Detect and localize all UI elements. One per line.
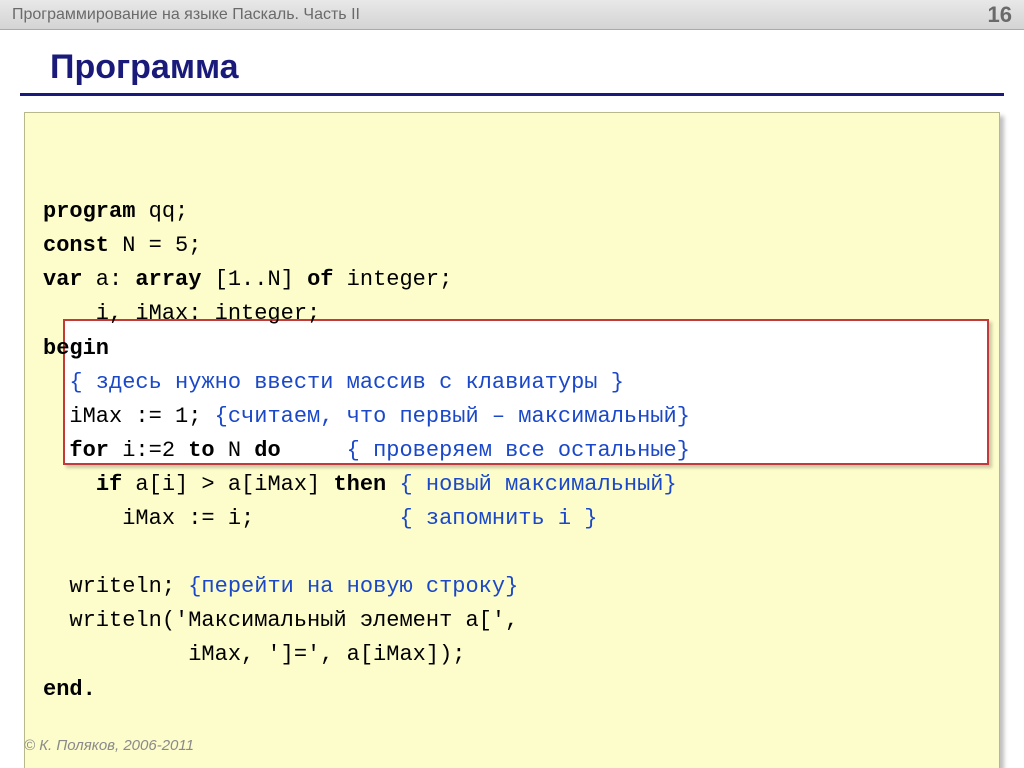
code-text: a:	[83, 267, 136, 292]
header-title: Программирование на языке Паскаль. Часть…	[12, 6, 360, 24]
code-text	[386, 472, 399, 497]
code-text: writeln('Максимальный элемент a[',	[43, 608, 518, 633]
code-text: iMax := i;	[43, 506, 399, 531]
comment: { запомнить i }	[399, 506, 597, 531]
code-text: i, iMax: integer;	[43, 301, 320, 326]
kw-do: do	[254, 438, 280, 463]
comment: { проверяем все остальные}	[347, 438, 690, 463]
code-text: N	[215, 438, 255, 463]
code-text: qq;	[135, 199, 188, 224]
code-text: i:=2	[109, 438, 188, 463]
kw-to: to	[188, 438, 214, 463]
code-text: N = 5;	[109, 233, 201, 258]
kw-const: const	[43, 233, 109, 258]
code-box: program qq; const N = 5; var a: array [1…	[24, 112, 1000, 768]
footer-copyright: © К. Поляков, 2006-2011	[24, 737, 194, 754]
code-text: a[i] > a[iMax]	[122, 472, 333, 497]
code-text: integer;	[333, 267, 452, 292]
page-number: 16	[988, 2, 1012, 28]
code-text	[43, 472, 96, 497]
kw-array: array	[135, 267, 201, 292]
comment: { здесь нужно ввести массив с клавиатуры…	[43, 370, 624, 395]
code-text: [1..N]	[201, 267, 307, 292]
comment: { новый максимальный}	[399, 472, 676, 497]
kw-begin: begin	[43, 336, 109, 361]
code-content: program qq; const N = 5; var a: array [1…	[43, 195, 981, 706]
comment: {перейти на новую строку}	[188, 574, 518, 599]
code-area: program qq; const N = 5; var a: array [1…	[24, 112, 1000, 768]
kw-if: if	[96, 472, 122, 497]
comment: {считаем, что первый – максимальный}	[215, 404, 690, 429]
code-text: iMax, ']=', a[iMax]);	[43, 642, 465, 667]
code-text	[281, 438, 347, 463]
kw-var: var	[43, 267, 83, 292]
slide-title: Программа	[20, 30, 1004, 96]
kw-for: for	[69, 438, 109, 463]
kw-program: program	[43, 199, 135, 224]
kw-then: then	[333, 472, 386, 497]
kw-end: end.	[43, 677, 96, 702]
kw-of: of	[307, 267, 333, 292]
slide-header: Программирование на языке Паскаль. Часть…	[0, 0, 1024, 30]
code-text: iMax := 1;	[43, 404, 215, 429]
code-text	[43, 438, 69, 463]
code-text: writeln;	[43, 574, 188, 599]
